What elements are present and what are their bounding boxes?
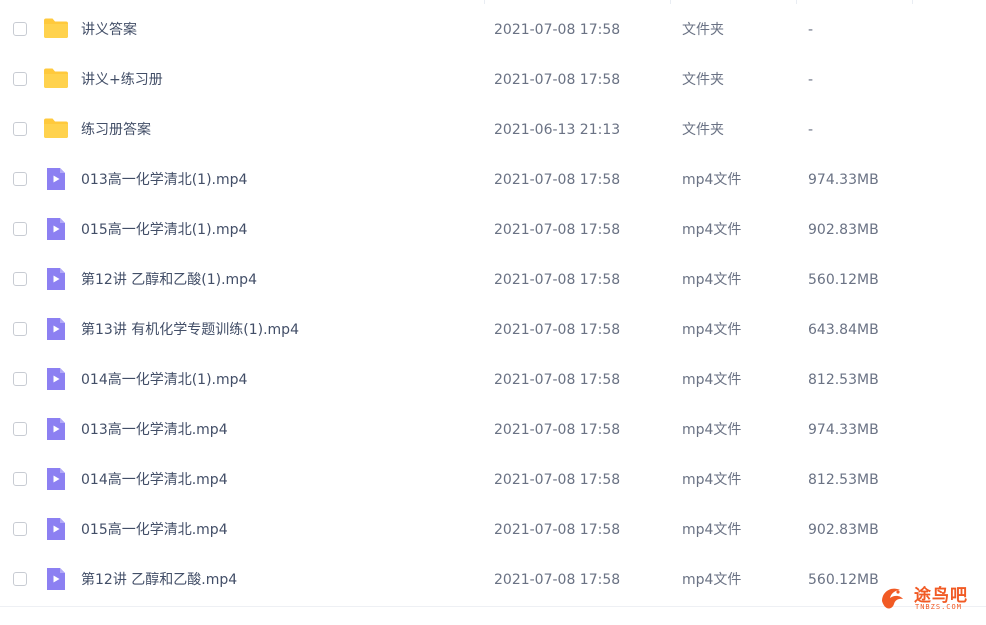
file-type: mp4文件 <box>682 522 742 538</box>
file-row[interactable]: 讲义+练习册 2021-07-08 17:58 文件夹 - <box>0 55 986 105</box>
column-header-divider <box>0 0 986 4</box>
modified-date: 2021-06-13 21:13 <box>494 122 621 138</box>
watermark-subtext: TNBZS.COM <box>915 603 962 611</box>
file-row[interactable]: 015高一化学清北(1).mp4 2021-07-08 17:58 mp4文件 902… <box>0 205 986 255</box>
file-type: 文件夹 <box>682 72 724 88</box>
video-file-icon <box>43 467 69 491</box>
file-name[interactable]: 讲义+练习册 <box>81 70 163 90</box>
column-divider <box>912 0 913 4</box>
video-file-icon <box>43 217 69 241</box>
file-type: 文件夹 <box>682 122 724 138</box>
row-checkbox[interactable] <box>13 522 27 536</box>
modified-date: 2021-07-08 17:58 <box>494 172 621 188</box>
file-size: 812.53MB <box>808 372 879 388</box>
file-row[interactable]: 013高一化学清北.mp4 2021-07-08 17:58 mp4文件 974.33… <box>0 405 986 455</box>
file-size: 643.84MB <box>808 322 879 338</box>
file-size: 974.33MB <box>808 422 879 438</box>
file-size: - <box>808 72 814 88</box>
modified-date: 2021-07-08 17:58 <box>494 572 621 588</box>
video-file-icon <box>43 567 69 591</box>
file-type: mp4文件 <box>682 222 742 238</box>
row-checkbox[interactable] <box>13 422 27 436</box>
folder-icon <box>43 67 69 91</box>
file-type: mp4文件 <box>682 372 742 388</box>
row-checkbox[interactable] <box>13 122 27 136</box>
file-name[interactable]: 第12讲 乙醇和乙酸(1).mp4 <box>81 270 257 290</box>
folder-icon <box>43 17 69 41</box>
file-size: 560.12MB <box>808 572 879 588</box>
file-name[interactable]: 练习册答案 <box>81 120 151 140</box>
modified-date: 2021-07-08 17:58 <box>494 472 621 488</box>
file-row[interactable]: 第13讲 有机化学专题训练(1).mp4 2021-07-08 17:58 mp4文… <box>0 305 986 355</box>
video-file-icon <box>43 367 69 391</box>
row-checkbox[interactable] <box>13 322 27 336</box>
file-name[interactable]: 013高一化学清北(1).mp4 <box>81 170 247 190</box>
file-name[interactable]: 014高一化学清北(1).mp4 <box>81 370 247 390</box>
file-size: - <box>808 122 814 138</box>
file-type: 文件夹 <box>682 22 724 38</box>
file-type: mp4文件 <box>682 572 742 588</box>
file-name[interactable]: 015高一化学清北.mp4 <box>81 520 228 540</box>
file-row[interactable]: 014高一化学清北.mp4 2021-07-08 17:58 mp4文件 812.53… <box>0 455 986 505</box>
file-size: - <box>808 22 814 38</box>
video-file-icon <box>43 317 69 341</box>
modified-date: 2021-07-08 17:58 <box>494 422 621 438</box>
row-checkbox[interactable] <box>13 72 27 86</box>
modified-date: 2021-07-08 17:58 <box>494 222 621 238</box>
row-checkbox[interactable] <box>13 572 27 586</box>
file-name[interactable]: 015高一化学清北(1).mp4 <box>81 220 247 240</box>
column-divider <box>796 0 797 4</box>
row-checkbox[interactable] <box>13 372 27 386</box>
file-name[interactable]: 讲义答案 <box>81 20 137 40</box>
file-row[interactable]: 第12讲 乙醇和乙酸.mp4 2021-07-08 17:58 mp4文件 560.1… <box>0 555 986 605</box>
modified-date: 2021-07-08 17:58 <box>494 522 621 538</box>
file-type: mp4文件 <box>682 422 742 438</box>
file-type: mp4文件 <box>682 322 742 338</box>
modified-date: 2021-07-08 17:58 <box>494 322 621 338</box>
watermark-logo: 途鸟吧 TNBZS.COM <box>876 581 976 619</box>
file-list: 讲义答案 2021-07-08 17:58 文件夹 - 讲义+练习册 2021-07-08… <box>0 5 986 605</box>
file-type: mp4文件 <box>682 172 742 188</box>
file-type: mp4文件 <box>682 472 742 488</box>
file-size: 974.33MB <box>808 172 879 188</box>
file-row[interactable]: 015高一化学清北.mp4 2021-07-08 17:58 mp4文件 902.83… <box>0 505 986 555</box>
row-checkbox[interactable] <box>13 472 27 486</box>
file-name[interactable]: 第13讲 有机化学专题训练(1).mp4 <box>81 320 299 340</box>
file-row[interactable]: 014高一化学清北(1).mp4 2021-07-08 17:58 mp4文件 812… <box>0 355 986 405</box>
file-row[interactable]: 第12讲 乙醇和乙酸(1).mp4 2021-07-08 17:58 mp4文件 56… <box>0 255 986 305</box>
column-divider <box>484 0 485 4</box>
row-checkbox[interactable] <box>13 22 27 36</box>
file-name[interactable]: 014高一化学清北.mp4 <box>81 470 228 490</box>
column-divider <box>670 0 671 4</box>
modified-date: 2021-07-08 17:58 <box>494 272 621 288</box>
video-file-icon <box>43 267 69 291</box>
row-checkbox[interactable] <box>13 272 27 286</box>
file-row[interactable]: 练习册答案 2021-06-13 21:13 文件夹 - <box>0 105 986 155</box>
list-bottom-divider <box>0 606 986 607</box>
file-size: 902.83MB <box>808 222 879 238</box>
file-row[interactable]: 013高一化学清北(1).mp4 2021-07-08 17:58 mp4文件 974… <box>0 155 986 205</box>
modified-date: 2021-07-08 17:58 <box>494 372 621 388</box>
file-size: 902.83MB <box>808 522 879 538</box>
watermark-bird-icon <box>882 588 903 609</box>
row-checkbox[interactable] <box>13 222 27 236</box>
modified-date: 2021-07-08 17:58 <box>494 22 621 38</box>
video-file-icon <box>43 517 69 541</box>
file-name[interactable]: 第12讲 乙醇和乙酸.mp4 <box>81 570 237 590</box>
file-size: 812.53MB <box>808 472 879 488</box>
file-size: 560.12MB <box>808 272 879 288</box>
video-file-icon <box>43 417 69 441</box>
folder-icon <box>43 117 69 141</box>
row-checkbox[interactable] <box>13 172 27 186</box>
video-file-icon <box>43 167 69 191</box>
modified-date: 2021-07-08 17:58 <box>494 72 621 88</box>
file-name[interactable]: 013高一化学清北.mp4 <box>81 420 228 440</box>
file-type: mp4文件 <box>682 272 742 288</box>
file-row[interactable]: 讲义答案 2021-07-08 17:58 文件夹 - <box>0 5 986 55</box>
